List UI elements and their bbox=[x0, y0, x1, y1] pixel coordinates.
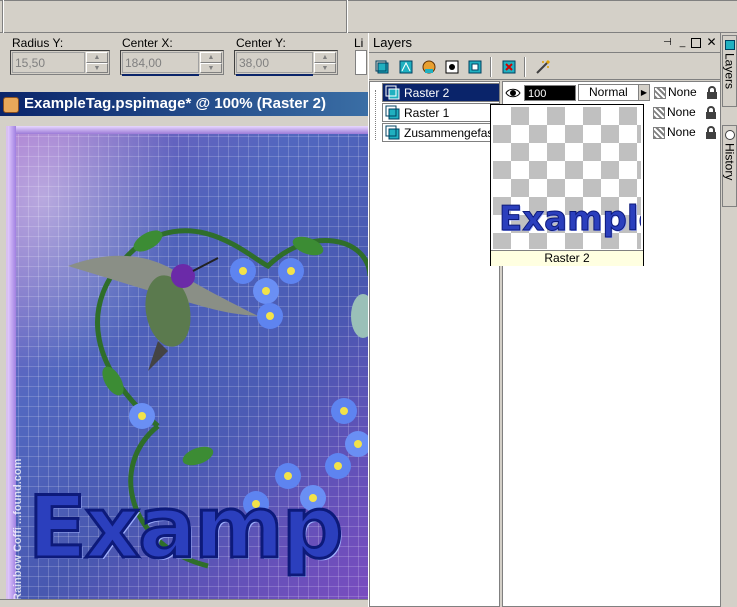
spin-up-icon[interactable]: ▲ bbox=[200, 52, 222, 63]
tab-label: History bbox=[722, 143, 737, 181]
center-y-value[interactable]: 38,00 bbox=[236, 52, 313, 73]
preview-text: Example bbox=[499, 199, 641, 240]
tab-layers[interactable]: Layers bbox=[722, 35, 737, 107]
raster-layer-icon bbox=[385, 125, 400, 140]
cut-off-field[interactable] bbox=[355, 50, 367, 75]
new-adjustment-layer-icon[interactable] bbox=[419, 57, 439, 77]
center-y-slider-bar[interactable] bbox=[236, 74, 313, 76]
new-mask-layer-icon[interactable] bbox=[442, 57, 462, 77]
layer-mask-dropdown[interactable]: None bbox=[654, 84, 704, 101]
document-bottom-border bbox=[0, 599, 368, 607]
document-titlebar[interactable]: ExampleTag.pspimage* @ 100% (Raster 2) bbox=[0, 92, 368, 116]
layers-toolbar bbox=[369, 54, 721, 80]
lock-icon[interactable] bbox=[705, 125, 717, 140]
new-vector-layer-icon[interactable] bbox=[396, 57, 416, 77]
lock-icon[interactable] bbox=[705, 105, 717, 120]
mask-value: None bbox=[668, 85, 697, 99]
center-x-label: Center X: bbox=[122, 36, 173, 50]
cut-off-label: Li bbox=[354, 36, 364, 50]
layer-thumbnail-tooltip: Example Raster 2 bbox=[490, 104, 644, 266]
layer-list[interactable]: Raster 2 Raster 1 Zusammengefasst bbox=[369, 81, 500, 607]
mask-hatch-icon bbox=[653, 126, 665, 139]
raster-layer-icon bbox=[385, 85, 400, 100]
toolbar-separator bbox=[490, 57, 492, 77]
blend-mode-dropdown[interactable]: Normal ▶ bbox=[578, 84, 650, 101]
second-hummingbird bbox=[351, 294, 368, 338]
edit-selection-icon[interactable] bbox=[533, 57, 553, 77]
raster-layer-icon bbox=[385, 105, 400, 120]
center-x-value[interactable]: 184,00 bbox=[122, 52, 199, 73]
transparency-checkerboard: Example bbox=[493, 107, 641, 249]
mask-hatch-icon bbox=[654, 86, 666, 99]
layer-mask-dropdown[interactable]: None bbox=[653, 124, 703, 141]
artwork-text: Examp bbox=[26, 477, 344, 580]
center-x-spinner[interactable]: ▲ ▼ bbox=[200, 52, 222, 73]
document-title: ExampleTag.pspimage* @ 100% (Raster 2) bbox=[24, 95, 326, 112]
spin-up-icon[interactable]: ▲ bbox=[314, 52, 336, 63]
visibility-eye-icon[interactable] bbox=[504, 84, 522, 101]
layer-name: Raster 1 bbox=[404, 105, 450, 120]
close-icon[interactable]: ✕ bbox=[705, 36, 718, 49]
toolbar-topline bbox=[0, 0, 737, 1]
radius-y-spinner[interactable]: ▲ ▼ bbox=[86, 52, 108, 73]
layer-props-raster-2: 100 Normal ▶ None bbox=[503, 83, 721, 102]
spin-down-icon[interactable]: ▼ bbox=[86, 62, 108, 73]
document-window[interactable]: ExampleTag.pspimage* @ 100% (Raster 2) ©… bbox=[0, 90, 368, 607]
layer-name: Raster 2 bbox=[404, 85, 450, 100]
dropdown-arrow-icon[interactable]: ▶ bbox=[638, 85, 649, 100]
psp-workspace: Radius Y: 15,50 ▲ ▼ Center X: 184,00 ▲ ▼… bbox=[0, 0, 737, 607]
radius-y-spinbox[interactable]: 15,50 ▲ ▼ bbox=[10, 50, 110, 75]
layer-item-raster-1[interactable]: Raster 1 bbox=[382, 103, 500, 122]
leaf bbox=[182, 446, 214, 466]
preview-caption: Raster 2 bbox=[491, 250, 643, 266]
layer-mask-dropdown[interactable]: None bbox=[653, 104, 703, 121]
maximize-icon[interactable] bbox=[691, 38, 701, 48]
leaf bbox=[292, 236, 324, 256]
layers-palette-header[interactable]: Layers ⊣ _ ✕ bbox=[369, 33, 721, 53]
copyright-watermark: © Rainbow Coffi ...found.com bbox=[12, 458, 24, 607]
radius-y-value[interactable]: 15,50 bbox=[12, 52, 85, 73]
docked-palette-tabs: Layers History bbox=[720, 33, 737, 607]
blend-mode-value: Normal bbox=[589, 85, 628, 99]
tool-options-bar bbox=[0, 0, 737, 33]
minimize-icon[interactable]: _ bbox=[676, 36, 689, 49]
layers-tab-icon bbox=[724, 40, 735, 50]
pspimage-icon bbox=[3, 97, 19, 113]
layers-palette-title: Layers bbox=[373, 35, 413, 50]
layer-item-raster-2[interactable]: Raster 2 bbox=[382, 83, 500, 102]
center-y-label: Center Y: bbox=[236, 36, 286, 50]
mask-value: None bbox=[667, 125, 696, 139]
mask-hatch-icon bbox=[653, 106, 665, 119]
layer-name: Zusammengefasst bbox=[404, 125, 499, 140]
spin-up-icon[interactable]: ▲ bbox=[86, 52, 108, 63]
toolbar-separator bbox=[524, 57, 526, 77]
new-raster-layer-icon[interactable] bbox=[373, 57, 393, 77]
spin-down-icon[interactable]: ▼ bbox=[314, 62, 336, 73]
layer-item-zusammengefasst[interactable]: Zusammengefasst bbox=[382, 123, 500, 142]
tab-history[interactable]: History bbox=[722, 125, 737, 207]
toolbar-separator bbox=[346, 0, 348, 33]
mask-value: None bbox=[667, 105, 696, 119]
spin-down-icon[interactable]: ▼ bbox=[200, 62, 222, 73]
pin-icon[interactable]: ⊣ bbox=[661, 36, 674, 49]
radius-y-label: Radius Y: bbox=[12, 36, 64, 50]
new-layer-group-icon[interactable] bbox=[465, 57, 485, 77]
opacity-slider[interactable]: 100 bbox=[524, 84, 576, 101]
lock-icon[interactable] bbox=[706, 85, 718, 100]
history-tab-icon bbox=[724, 130, 735, 140]
center-x-slider-bar[interactable] bbox=[122, 74, 199, 76]
center-y-spinner[interactable]: ▲ ▼ bbox=[314, 52, 336, 73]
image-canvas[interactable]: © Rainbow Coffi ...found.com Examp bbox=[6, 126, 368, 607]
tab-label: Layers bbox=[722, 53, 737, 90]
delete-layer-icon[interactable] bbox=[499, 57, 519, 77]
center-y-spinbox[interactable]: 38,00 ▲ ▼ bbox=[234, 50, 338, 76]
center-x-spinbox[interactable]: 184,00 ▲ ▼ bbox=[120, 50, 224, 76]
toolbar-separator bbox=[2, 0, 4, 33]
